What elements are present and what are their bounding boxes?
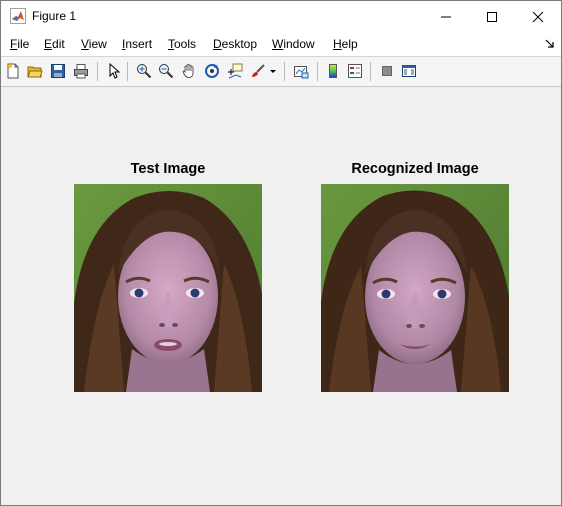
toolbar-separator [370,62,371,81]
menu-window[interactable]: Window [272,37,315,51]
test-face-image [74,184,262,392]
toolbar-separator [317,62,318,81]
edit-plot-button[interactable] [104,61,124,81]
menu-desktop[interactable]: Desktop [213,37,257,51]
toolbar-separator [127,62,128,81]
close-button[interactable] [515,1,561,32]
brush-icon [252,64,265,77]
toolbar-separator [284,62,285,81]
hide-plot-tools-button[interactable] [377,61,397,81]
show-plot-tools-button[interactable] [399,61,419,81]
open-file-button[interactable] [25,61,45,81]
zoom-in-icon [137,64,152,79]
matlab-logo-icon [10,8,26,24]
minimize-button[interactable] [423,1,469,32]
print-button[interactable] [71,61,91,81]
maximize-icon [487,11,497,22]
zoom-out-button[interactable] [156,61,176,81]
maximize-button[interactable] [469,1,515,32]
menu-view[interactable]: View [81,37,107,51]
test-image-title: Test Image [130,161,206,177]
title-bar[interactable]: Figure 1 [1,1,561,32]
link-plot-button[interactable] [291,61,311,81]
close-icon [532,11,544,22]
toolbar-separator [97,62,98,81]
insert-colorbar-icon [329,64,337,78]
save-icon [51,64,65,78]
brush-dropdown-button[interactable] [268,61,278,81]
figure-toolbar [1,56,561,87]
new-figure-icon [7,63,19,79]
recognized-image-title: Recognized Image [351,161,479,177]
insert-legend-icon [348,64,362,78]
face-photo [321,184,509,392]
menu-help[interactable]: Help [333,37,358,51]
edit-plot-arrow-icon [109,63,121,79]
rotate-3d-button[interactable] [202,61,222,81]
dock-arrow-icon[interactable] [545,39,555,49]
figure-window: Figure 1 File Edit View Insert Tools Des… [0,0,562,506]
menu-insert[interactable]: Insert [122,37,152,51]
recognized-face-image [321,184,509,392]
new-figure-button[interactable] [3,61,23,81]
insert-colorbar-button[interactable] [323,61,343,81]
window-title: Figure 1 [32,9,77,23]
save-button[interactable] [48,61,68,81]
open-file-icon [27,66,43,78]
show-plot-tools-icon [402,65,416,77]
rotate-3d-icon [205,64,219,78]
insert-legend-button[interactable] [345,61,365,81]
print-icon [74,64,88,79]
menu-bar: File Edit View Insert Tools Desktop Wind… [1,32,561,56]
brush-button[interactable] [248,61,268,81]
menu-tools[interactable]: Tools [168,37,196,51]
hide-plot-tools-icon [382,66,392,76]
face-photo [74,184,262,392]
zoom-out-icon [159,64,174,79]
pan-hand-icon [182,64,194,78]
chevron-down-icon [270,70,276,73]
menu-file[interactable]: File [10,37,29,51]
data-cursor-icon [228,63,243,79]
pan-button[interactable] [179,61,199,81]
menu-edit[interactable]: Edit [44,37,65,51]
link-plot-icon [294,66,309,79]
zoom-in-button[interactable] [134,61,154,81]
minimize-icon [441,16,451,17]
data-cursor-button[interactable] [225,61,245,81]
